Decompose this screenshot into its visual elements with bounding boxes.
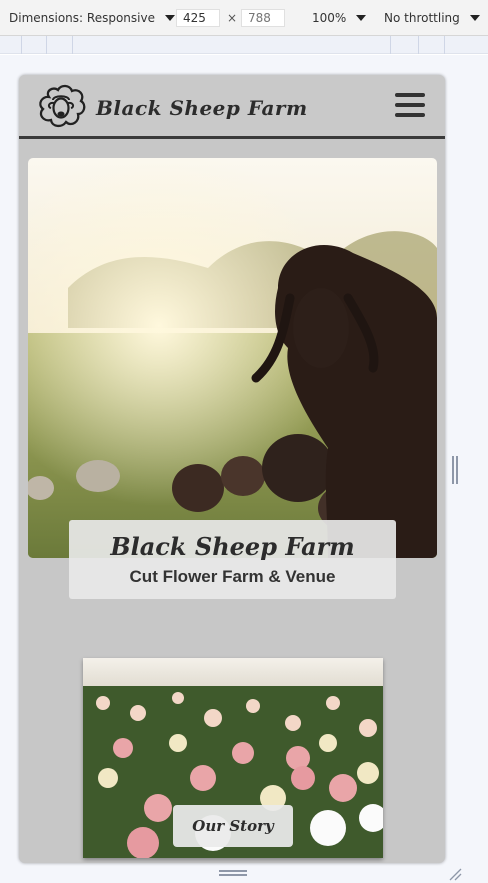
bottom-resize-handle[interactable] — [219, 870, 247, 876]
hero-title: Black Sheep Farm — [110, 532, 355, 561]
width-input[interactable] — [176, 9, 220, 27]
times-symbol: × — [227, 11, 238, 25]
caret-down-icon — [469, 15, 480, 21]
dimensions-dropdown[interactable]: Dimensions: Responsive — [9, 11, 175, 25]
height-input[interactable] — [241, 9, 285, 27]
media-query-ruler[interactable] — [0, 36, 488, 54]
site-header: Black Sheep Farm — [19, 75, 445, 139]
side-resize-handle[interactable] — [452, 456, 458, 484]
brand-name[interactable]: Black Sheep Farm — [96, 96, 308, 120]
resize-grip-icon[interactable] — [448, 867, 462, 881]
zoom-dropdown[interactable]: 100% — [312, 11, 367, 25]
hamburger-menu-icon[interactable] — [395, 91, 425, 119]
caret-down-icon — [164, 15, 175, 21]
hero-image — [28, 158, 437, 558]
dimensions-label: Dimensions: Responsive — [9, 11, 155, 25]
emulated-viewport: Black Sheep Farm Black Sheep Farm Cut Fl… — [19, 75, 445, 863]
our-story-button[interactable]: Our Story — [173, 805, 293, 847]
throttle-dropdown[interactable]: No throttling — [384, 11, 480, 25]
throttle-label: No throttling — [384, 11, 460, 25]
devtools-toolbar: Dimensions: Responsive × 100% No throttl… — [0, 0, 488, 36]
zoom-label: 100% — [312, 11, 347, 25]
caret-down-icon — [356, 15, 367, 21]
sheep-logo-icon[interactable] — [35, 83, 89, 133]
hero-subtitle: Cut Flower Farm & Venue — [129, 567, 336, 586]
hero-caption: Black Sheep Farm Cut Flower Farm & Venue — [69, 520, 396, 599]
